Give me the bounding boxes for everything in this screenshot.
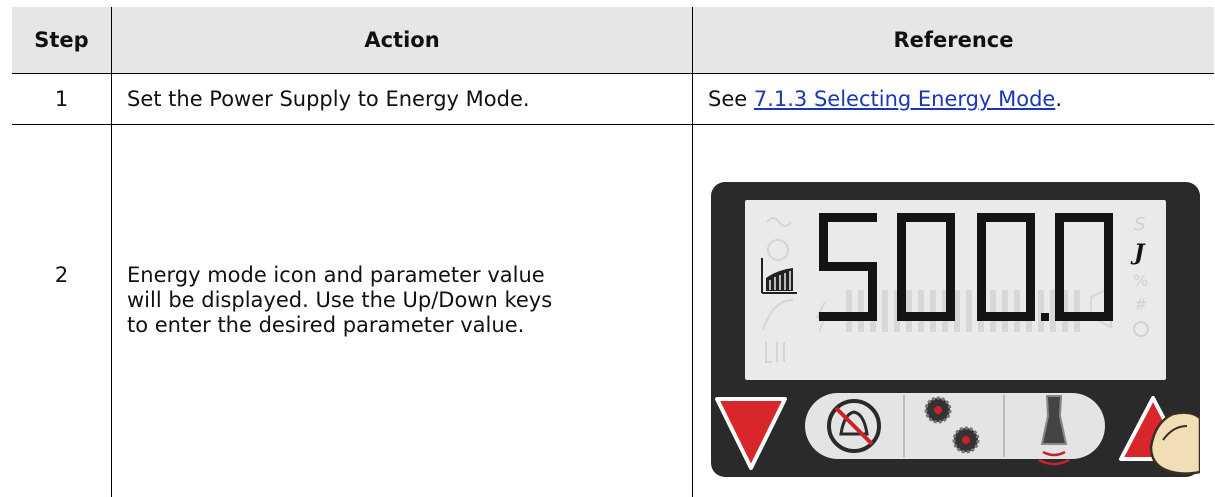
- row-divider-1: [12, 124, 1214, 125]
- row-2-action-line-2: will be displayed. Use the Up/Down keys: [127, 287, 553, 312]
- energy-display-panel: J S % #: [711, 182, 1200, 477]
- energy-mode-link[interactable]: 7.1.3 Selecting Energy Mode: [754, 87, 1055, 111]
- column-divider-action: [692, 7, 693, 497]
- header-action: Action: [364, 28, 440, 52]
- row-2-step: 2: [54, 263, 69, 287]
- reference-prefix: See: [708, 87, 754, 111]
- unit-count-faint: #: [1134, 295, 1147, 314]
- unit-percent-faint: %: [1133, 271, 1148, 290]
- row-2-action-line-3: to enter the desired parameter value.: [127, 312, 525, 337]
- unit-seconds-faint: S: [1134, 214, 1145, 235]
- reference-suffix: .: [1055, 87, 1063, 111]
- row-2-action: Energy mode icon and parameter value wil…: [127, 250, 687, 350]
- row-1-action: Set the Power Supply to Energy Mode.: [127, 87, 530, 111]
- header-step: Step: [34, 28, 89, 52]
- row-1-step: 1: [54, 87, 69, 111]
- row-2-action-line-1: Energy mode icon and parameter value: [127, 262, 545, 287]
- column-divider-step: [111, 7, 112, 497]
- decimal-point: [1041, 313, 1049, 321]
- row-1-reference: See 7.1.3 Selecting Energy Mode.: [708, 74, 1213, 124]
- header-reference: Reference: [893, 28, 1014, 52]
